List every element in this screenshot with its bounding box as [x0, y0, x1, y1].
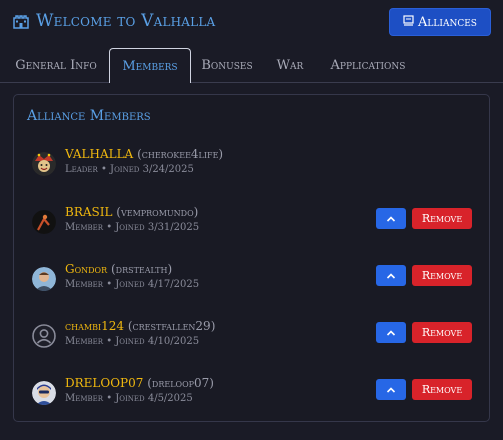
member-username: (cherokee4life) — [137, 147, 224, 161]
tab-bar: General Info Members Bonuses War Applica… — [0, 48, 503, 83]
member-username: (crestfallen29) — [127, 319, 216, 333]
chevron-up-icon — [386, 329, 396, 336]
castle-icon — [12, 12, 30, 30]
member-alliance-name: chambi124 — [65, 319, 125, 333]
jester-avatar — [32, 152, 56, 176]
page-title: Welcome to Valhalla — [36, 11, 216, 31]
member-meta: Member • Joined 4/17/2025 — [65, 279, 200, 290]
member-name: chambi124 (crestfallen29) — [65, 319, 215, 333]
member-name: Gondor (drstealth) — [65, 262, 172, 276]
promote-button[interactable] — [376, 379, 406, 400]
tab-general-info[interactable]: General Info — [6, 48, 106, 82]
page-header: Welcome to Valhalla Alliances — [0, 0, 503, 46]
remove-button[interactable]: Remove — [412, 379, 472, 400]
chevron-up-icon — [386, 386, 396, 393]
dark-figure-avatar — [32, 210, 56, 234]
member-meta: Leader • Joined 3/24/2025 — [65, 164, 194, 175]
title-wrap: Welcome to Valhalla — [12, 11, 215, 31]
promote-button[interactable] — [376, 322, 406, 343]
member-username: (dreloop07) — [147, 376, 214, 390]
member-name: BRASIL (vempromundo) — [65, 205, 198, 219]
member-name: VALHALLA (cherokee4life) — [65, 147, 223, 161]
person-avatar — [32, 267, 56, 291]
member-username: (vempromundo) — [116, 205, 199, 219]
tab-applications[interactable]: Applications — [318, 48, 418, 82]
remove-button[interactable]: Remove — [412, 265, 472, 286]
photo-avatar — [32, 381, 56, 405]
member-meta: Member • Joined 4/5/2025 — [65, 393, 193, 404]
member-alliance-name: DRELOOP07 — [65, 376, 144, 390]
promote-button[interactable] — [376, 208, 406, 229]
member-username: (drstealth) — [110, 262, 173, 276]
member-row: VALHALLA (cherokee4life) Leader • Joined… — [14, 147, 491, 187]
tab-war[interactable]: War — [268, 48, 312, 82]
member-name: DRELOOP07 (dreloop07) — [65, 376, 214, 390]
member-meta: Member • Joined 3/31/2025 — [65, 222, 200, 233]
chevron-up-icon — [386, 215, 396, 222]
alliance-flag-icon — [403, 14, 414, 30]
tab-members[interactable]: Members — [109, 48, 191, 83]
default-user-avatar — [32, 324, 56, 348]
member-row: chambi124 (crestfallen29) Member • Joine… — [14, 319, 491, 359]
promote-button[interactable] — [376, 265, 406, 286]
member-row: DRELOOP07 (dreloop07) Member • Joined 4/… — [14, 376, 491, 416]
card-title: Alliance Members — [27, 108, 151, 124]
remove-button[interactable]: Remove — [412, 322, 472, 343]
tab-bonuses[interactable]: Bonuses — [194, 48, 260, 82]
alliances-button[interactable]: Alliances — [389, 8, 491, 36]
member-row: Gondor (drstealth) Member • Joined 4/17/… — [14, 262, 491, 302]
chevron-up-icon — [386, 272, 396, 279]
alliances-button-label: Alliances — [418, 14, 477, 30]
alliance-members-card: Alliance Members VALHALLA (cherokee4life… — [13, 94, 490, 422]
member-meta: Member • Joined 4/10/2025 — [65, 336, 200, 347]
member-alliance-name: Gondor — [65, 262, 108, 276]
remove-button[interactable]: Remove — [412, 208, 472, 229]
member-alliance-name: BRASIL — [65, 205, 113, 219]
member-row: BRASIL (vempromundo) Member • Joined 3/3… — [14, 205, 491, 245]
member-alliance-name: VALHALLA — [65, 147, 134, 161]
